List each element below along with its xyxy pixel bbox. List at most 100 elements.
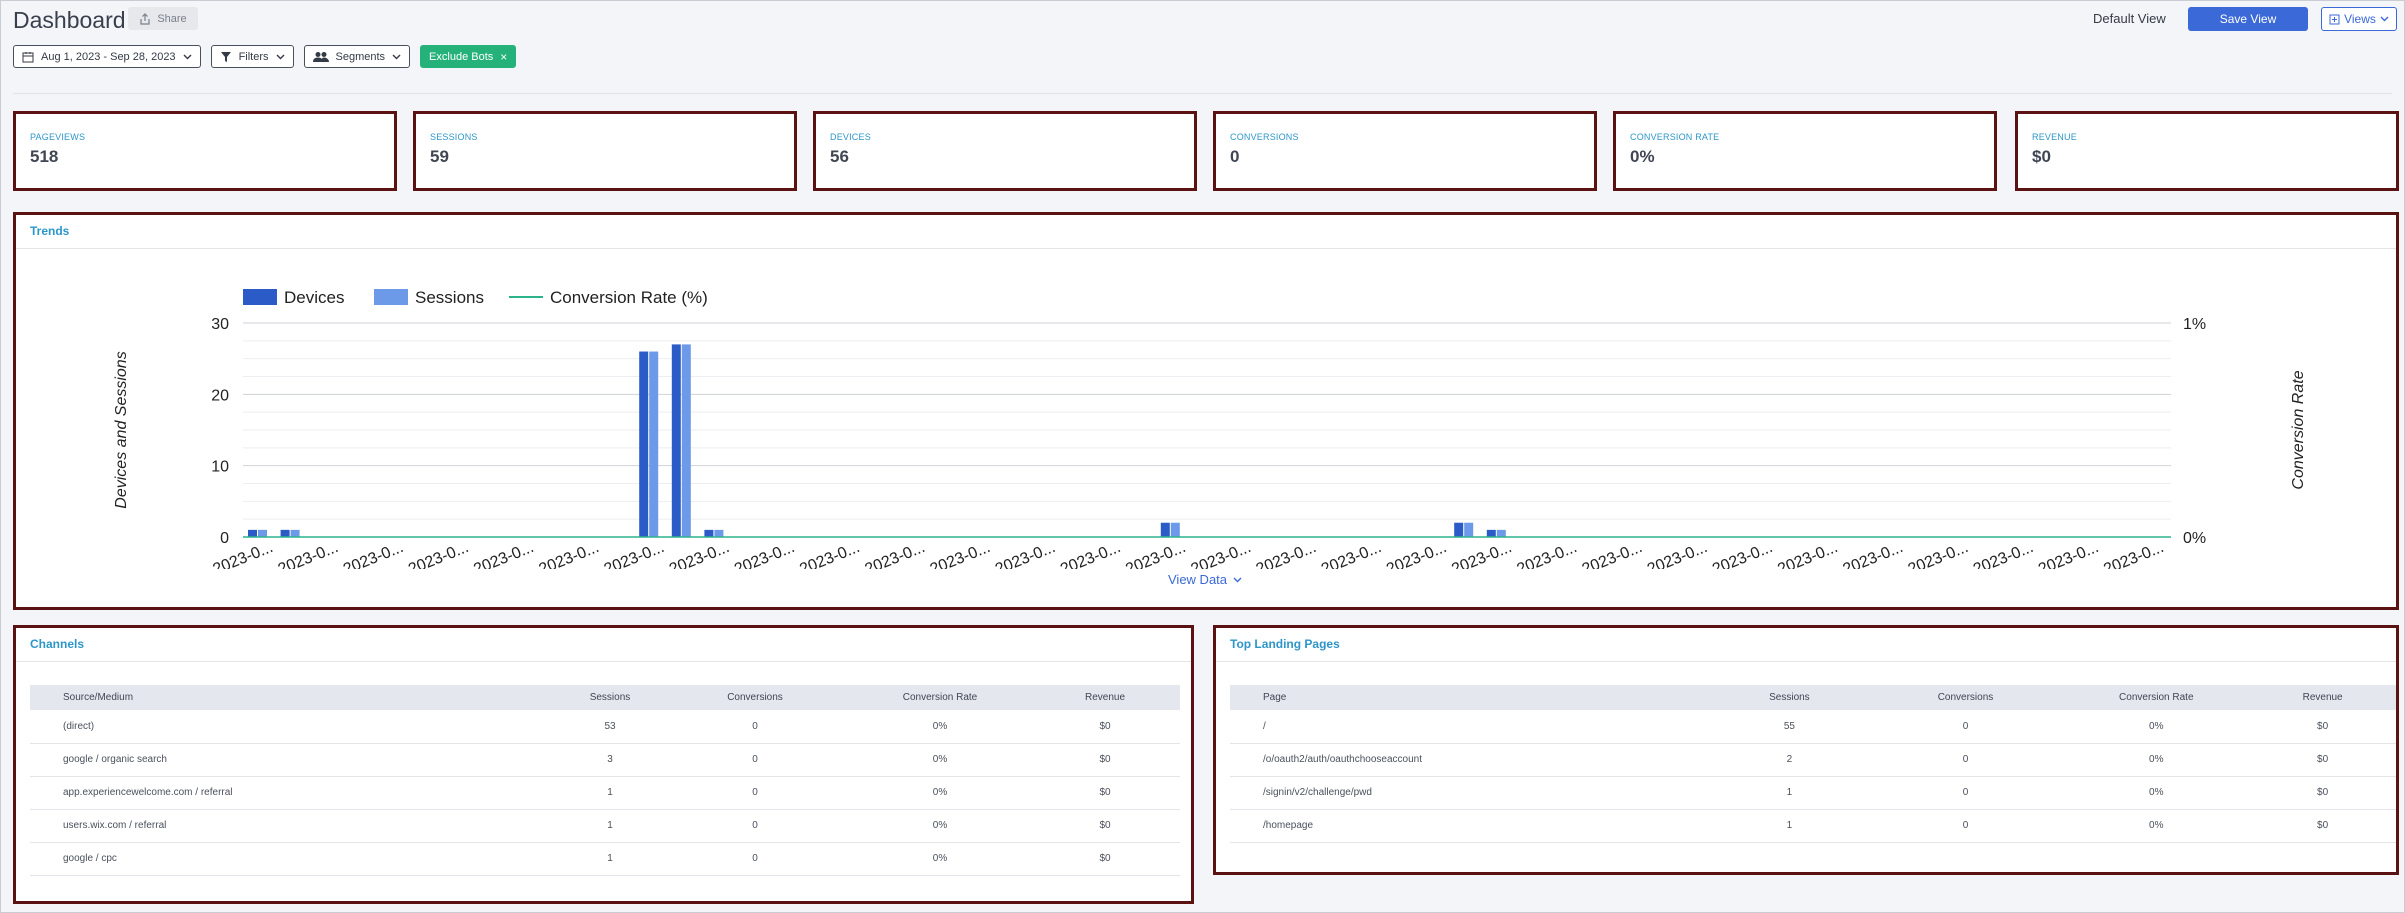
y-tick-label: 0 <box>220 530 229 547</box>
table-cell: $0 <box>1030 809 1180 843</box>
y-tick-label: 30 <box>211 316 229 333</box>
x-tick-label: 2023-0... <box>863 539 928 569</box>
column-header[interactable]: Conversions <box>1867 685 2064 710</box>
kpi-card-devices: DEVICES 56 <box>813 111 1197 191</box>
views-dropdown[interactable]: Views <box>2321 7 2397 31</box>
table-cell: $0 <box>2249 743 2396 777</box>
legend-label: Sessions <box>415 288 484 307</box>
filter-icon <box>220 51 231 62</box>
y-tick-label: 10 <box>211 459 229 476</box>
bar-sessions <box>290 529 300 537</box>
x-tick-label: 2023-0... <box>341 539 406 569</box>
bar-sessions <box>649 351 659 537</box>
kpi-value: 56 <box>830 147 849 166</box>
table-cell: 0% <box>850 776 1030 810</box>
filters-label: Filters <box>238 50 269 63</box>
x-tick-label: 2023-0... <box>1058 539 1123 569</box>
views-label: Views <box>2344 12 2376 26</box>
column-header[interactable]: Sessions <box>560 685 660 710</box>
column-header[interactable]: Sessions <box>1711 685 1868 710</box>
table-row: /o/oauth2/auth/oauthchooseaccount 2 0 0% $0 <box>1230 743 2396 777</box>
column-header[interactable]: Page <box>1230 685 1712 710</box>
view-data-toggle[interactable]: View Data <box>1168 572 1242 587</box>
table-cell: $0 <box>1030 776 1180 810</box>
share-icon <box>140 12 150 25</box>
x-tick-label: 2023-0... <box>1710 539 1775 569</box>
x-tick-label: 2023-0... <box>602 539 667 569</box>
x-tick-label: 2023-0... <box>1906 539 1971 569</box>
column-header[interactable]: Conversion Rate <box>850 685 1030 710</box>
date-range-picker[interactable]: Aug 1, 2023 - Sep 28, 2023 <box>13 45 201 68</box>
x-tick-label: 2023-0... <box>1319 539 1384 569</box>
table-row: (direct) 53 0 0% $0 <box>30 710 1180 744</box>
kpi-value: $0 <box>2032 147 2051 166</box>
table-cell: google / cpc <box>30 842 560 876</box>
x-tick-label: 2023-0... <box>2101 539 2166 569</box>
table-cell: 1 <box>1711 776 1868 810</box>
share-label: Share <box>157 12 187 25</box>
table-cell: 0 <box>660 842 850 876</box>
table-cell: /homepage <box>1230 809 1712 843</box>
x-tick-label: 2023-0... <box>1645 539 1710 569</box>
legend-label: Devices <box>284 288 344 307</box>
column-header[interactable]: Revenue <box>1030 685 1180 710</box>
segments-button[interactable]: Segments <box>303 45 411 68</box>
kpi-card-pageviews: PAGEVIEWS 518 <box>13 111 397 191</box>
kpi-card-revenue: REVENUE $0 <box>2015 111 2399 191</box>
close-icon[interactable]: × <box>500 50 507 64</box>
table-row: google / organic search 3 0 0% $0 <box>30 743 1180 777</box>
table-header-row: Source/Medium Sessions Conversions Conve… <box>30 685 1180 710</box>
exclude-bots-chip[interactable]: Exclude Bots × <box>420 45 517 68</box>
y-axis-title-left: Devices and Sessions <box>113 351 130 508</box>
calendar-icon <box>22 51 34 62</box>
bar-devices <box>704 529 714 537</box>
share-button[interactable]: Share <box>128 7 198 30</box>
kpi-label: PAGEVIEWS <box>30 132 86 142</box>
x-tick-label: 2023-0... <box>1775 539 1840 569</box>
table-cell: 0% <box>850 743 1030 777</box>
table-row: google / cpc 1 0 0% $0 <box>30 842 1180 876</box>
table-cell: 0 <box>660 710 850 744</box>
y-tick-label-right: 0% <box>2183 530 2206 547</box>
column-header[interactable]: Conversion Rate <box>2063 685 2250 710</box>
table-cell: 1 <box>560 776 660 810</box>
filters-button[interactable]: Filters <box>210 45 294 68</box>
column-header[interactable]: Revenue <box>2249 685 2396 710</box>
bar-devices <box>671 344 681 537</box>
trends-panel: Trends 0 10 20 30 0% 1% Devices and Sessions Co… <box>13 212 2399 610</box>
table-row: /homepage 1 0 0% $0 <box>1230 809 2396 843</box>
bar-devices <box>280 529 290 537</box>
chevron-down-icon <box>392 54 401 59</box>
bar-devices <box>1454 522 1464 537</box>
table-cell: $0 <box>2249 776 2396 810</box>
table-cell: 0 <box>660 743 850 777</box>
view-data-label: View Data <box>1168 572 1228 587</box>
column-header[interactable]: Source/Medium <box>30 685 560 710</box>
x-tick-label: 2023-0... <box>1189 539 1254 569</box>
table-cell: 0% <box>2063 743 2250 777</box>
table-cell: 0% <box>2063 776 2250 810</box>
x-tick-label: 2023-0... <box>1254 539 1319 569</box>
y-tick-label: 20 <box>211 387 229 404</box>
channels-table: Source/Medium Sessions Conversions Conve… <box>30 685 1180 876</box>
bar-sessions <box>258 529 267 537</box>
x-tick-label: 2023-0... <box>1515 539 1580 569</box>
table-cell: 0% <box>850 809 1030 843</box>
x-tick-label: 2023-0... <box>537 539 602 569</box>
table-cell: 0% <box>850 710 1030 744</box>
table-cell: 0% <box>2063 710 2250 744</box>
kpi-label: SESSIONS <box>430 132 478 142</box>
x-tick-label: 2023-0... <box>1449 539 1514 569</box>
table-cell: $0 <box>1030 842 1180 876</box>
save-view-button[interactable]: Save View <box>2188 7 2308 31</box>
column-header[interactable]: Conversions <box>660 685 850 710</box>
table-row: /55 0 0% $0 <box>1230 710 2396 744</box>
kpi-label: DEVICES <box>830 132 871 142</box>
x-tick-label: 2023-0... <box>1384 539 1449 569</box>
kpi-label: REVENUE <box>2032 132 2077 142</box>
table-cell: $0 <box>2249 710 2396 744</box>
bar-devices <box>248 529 257 537</box>
default-view-label[interactable]: Default View <box>2093 11 2166 26</box>
kpi-card-sessions: SESSIONS 59 <box>413 111 797 191</box>
filter-bar: Aug 1, 2023 - Sep 28, 2023 Filters Segme… <box>13 45 517 68</box>
